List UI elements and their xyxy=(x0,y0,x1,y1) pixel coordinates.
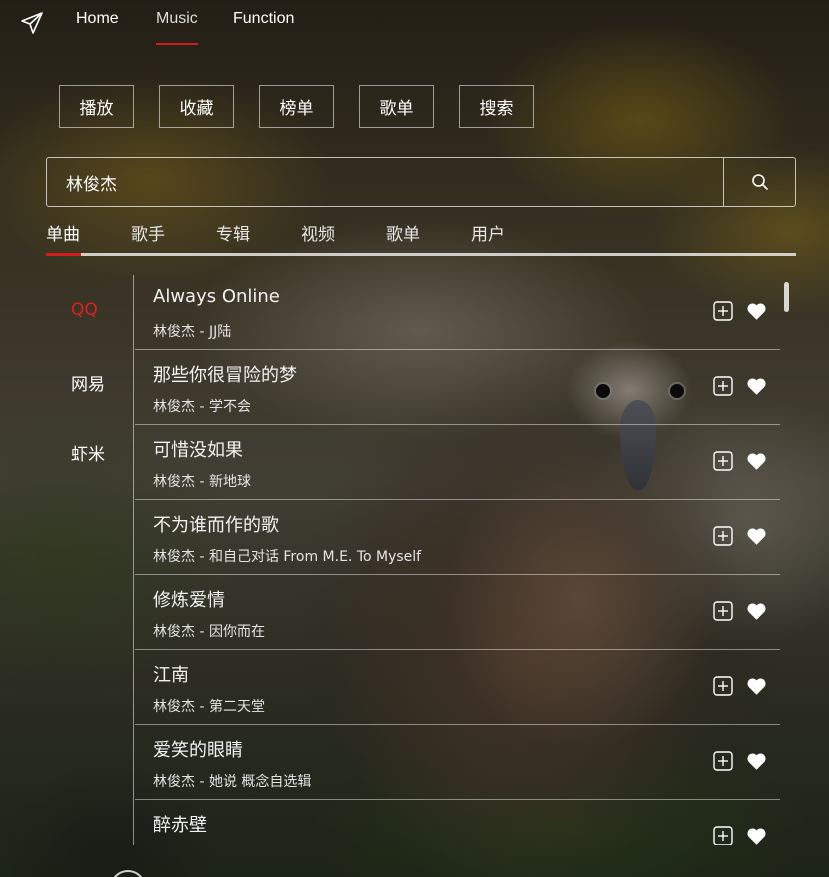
song-title: 修炼爱情 xyxy=(153,590,225,611)
add-icon[interactable] xyxy=(713,526,733,546)
paper-plane-icon[interactable] xyxy=(20,11,44,35)
list-item[interactable]: 不为谁而作的歌 林俊杰 - 和自己对话 From M.E. To Myself xyxy=(135,500,780,575)
heart-icon[interactable] xyxy=(746,376,767,396)
song-artist-album: 林俊杰 - 和自己对话 From M.E. To Myself xyxy=(153,549,422,565)
search-bar xyxy=(46,157,796,207)
source-xiami[interactable]: 虾米 xyxy=(71,440,105,465)
add-icon[interactable] xyxy=(713,376,733,396)
list-item[interactable]: 修炼爱情 林俊杰 - 因你而在 xyxy=(135,575,780,650)
heart-icon[interactable] xyxy=(746,526,767,546)
tab-users[interactable]: 用户 xyxy=(471,220,505,245)
tab-playlists[interactable]: 歌单 xyxy=(386,220,420,245)
song-artist-album: 林俊杰 - JJ陆 xyxy=(153,324,232,340)
heart-icon[interactable] xyxy=(746,751,767,771)
tabs-divider xyxy=(46,253,796,256)
song-title: Always Online xyxy=(153,286,280,307)
source-netease[interactable]: 网易 xyxy=(71,370,105,395)
heart-icon[interactable] xyxy=(746,601,767,621)
result-tabs: 单曲 歌手 专辑 视频 歌单 用户 xyxy=(46,220,796,258)
song-list: Always Online 林俊杰 - JJ陆 那些你很冒险的梦 林俊杰 - 学… xyxy=(135,275,780,845)
add-icon[interactable] xyxy=(713,451,733,471)
tab-singers[interactable]: 歌手 xyxy=(131,220,165,245)
song-title: 江南 xyxy=(153,665,189,686)
song-title: 那些你很冒险的梦 xyxy=(153,365,297,386)
add-icon[interactable] xyxy=(713,751,733,771)
add-icon[interactable] xyxy=(713,301,733,321)
source-sidebar: QQ 网易 虾米 xyxy=(46,275,134,845)
chart-button[interactable]: 榜单 xyxy=(259,85,334,128)
song-artist-album: 林俊杰 - 第二天堂 xyxy=(153,699,265,715)
heart-icon[interactable] xyxy=(746,676,767,696)
list-item[interactable]: Always Online 林俊杰 - JJ陆 xyxy=(135,275,780,350)
search-button[interactable] xyxy=(723,158,795,206)
list-item[interactable]: 那些你很冒险的梦 林俊杰 - 学不会 xyxy=(135,350,780,425)
tab-songs[interactable]: 单曲 xyxy=(46,220,80,245)
list-item[interactable]: 可惜没如果 林俊杰 - 新地球 xyxy=(135,425,780,500)
song-artist-album: 林俊杰 - 因你而在 xyxy=(153,624,265,640)
nav-music[interactable]: Music xyxy=(156,10,198,28)
song-artist-album: 林俊杰 - 学不会 xyxy=(153,399,251,415)
add-icon[interactable] xyxy=(713,601,733,621)
heart-icon[interactable] xyxy=(746,826,767,845)
nav-home[interactable]: Home xyxy=(76,10,119,28)
add-icon[interactable] xyxy=(713,826,733,845)
search-icon xyxy=(751,174,768,190)
search-input[interactable] xyxy=(47,158,723,206)
nav-active-indicator xyxy=(156,43,198,45)
heart-icon[interactable] xyxy=(746,451,767,471)
song-artist-album: 林俊杰 - 新地球 xyxy=(153,474,251,490)
list-item[interactable]: 江南 林俊杰 - 第二天堂 xyxy=(135,650,780,725)
favorite-button[interactable]: 收藏 xyxy=(159,85,234,128)
add-icon[interactable] xyxy=(713,676,733,696)
song-title: 爱笑的眼睛 xyxy=(153,740,243,761)
list-scrollbar[interactable] xyxy=(784,282,789,312)
song-title: 可惜没如果 xyxy=(153,440,243,461)
tab-videos[interactable]: 视频 xyxy=(301,220,335,245)
list-item[interactable]: 爱笑的眼睛 林俊杰 - 她说 概念自选辑 xyxy=(135,725,780,800)
heart-icon[interactable] xyxy=(746,301,767,321)
song-artist-album: 林俊杰 - 她说 概念自选辑 xyxy=(153,774,312,790)
source-qq[interactable]: QQ xyxy=(71,300,98,320)
play-button[interactable]: 播放 xyxy=(59,85,134,128)
top-nav: Home Music Function xyxy=(0,0,829,46)
song-title: 醉赤壁 xyxy=(153,815,207,836)
tab-albums[interactable]: 专辑 xyxy=(216,220,250,245)
tab-active-indicator xyxy=(46,253,81,256)
song-title: 不为谁而作的歌 xyxy=(153,515,279,536)
nav-function[interactable]: Function xyxy=(233,10,294,28)
list-item[interactable]: 醉赤壁 xyxy=(135,800,780,845)
playlist-button[interactable]: 歌单 xyxy=(359,85,434,128)
search-tab-button[interactable]: 搜索 xyxy=(459,85,534,128)
